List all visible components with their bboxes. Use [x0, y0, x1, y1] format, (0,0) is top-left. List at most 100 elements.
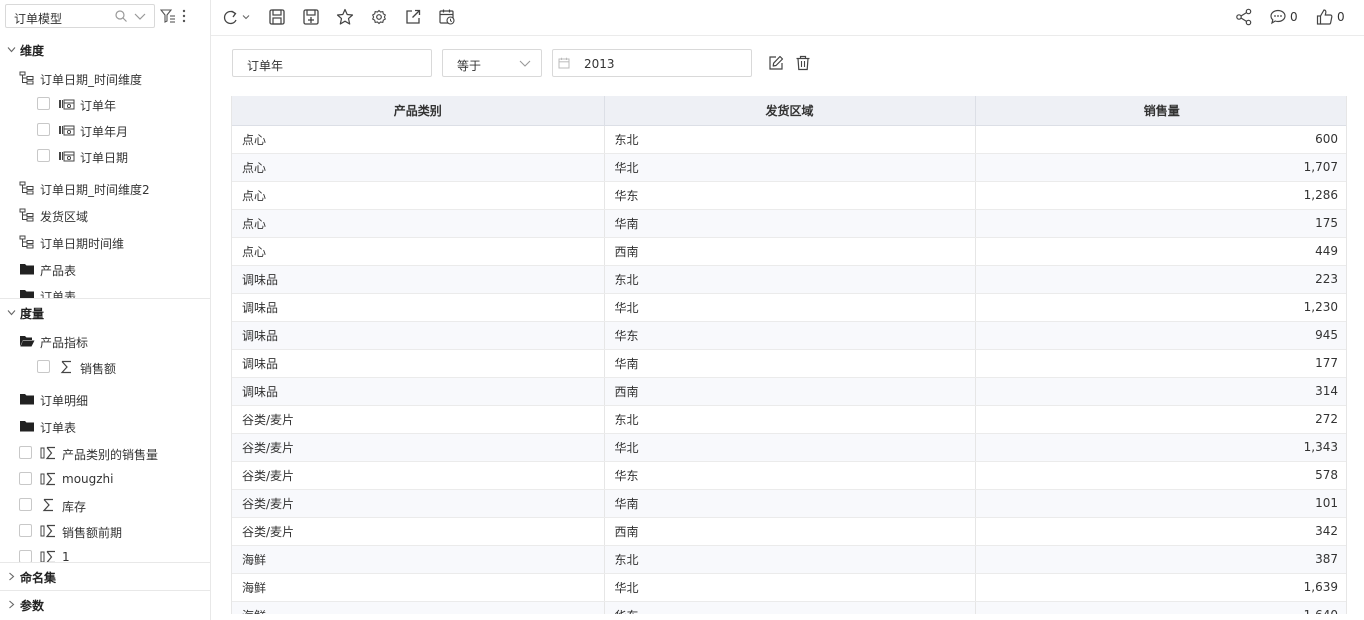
settings-icon[interactable] [370, 8, 388, 26]
filter-list-icon[interactable] [160, 9, 176, 23]
table-row[interactable]: 谷类/麦片 东北 272 [232, 405, 1346, 434]
filter-field-select[interactable]: 订单年 [232, 49, 432, 77]
named-sets-header[interactable]: 命名集 [0, 563, 210, 589]
table-row[interactable]: 谷类/麦片 华东 578 [232, 461, 1346, 490]
params-header[interactable]: 参数 [0, 591, 210, 617]
schedule-icon[interactable] [438, 8, 456, 26]
table-cell: 点心 [232, 125, 605, 154]
hierarchy-icon [19, 208, 34, 222]
table-cell: 华南 [604, 349, 976, 378]
table-cell: 945 [975, 321, 1346, 350]
table-cell: 177 [975, 349, 1346, 378]
dimensions-header[interactable]: 维度 [0, 36, 210, 62]
table-cell: 华东 [604, 461, 976, 490]
chevron-down-icon [7, 310, 16, 316]
column-header[interactable]: 销售量 [975, 96, 1346, 126]
model-select[interactable]: 订单模型 [5, 4, 155, 28]
table-row[interactable]: 海鲜 华北 1,639 [232, 573, 1346, 602]
table-cell: 华北 [604, 293, 976, 322]
comment-button[interactable]: 0 [1269, 8, 1303, 26]
checkbox[interactable] [37, 360, 50, 373]
table-cell: 谷类/麦片 [232, 461, 605, 490]
filter-value-date-input[interactable]: 2013 [552, 49, 752, 77]
table-cell: 华北 [604, 433, 976, 462]
table-cell: 调味品 [232, 349, 605, 378]
checkbox[interactable] [37, 97, 50, 110]
table-row[interactable]: 海鲜华东1,640 [232, 601, 1346, 614]
table-row[interactable]: 点心 华北 1,707 [232, 153, 1346, 182]
tree-node-label: 发货区域 [40, 210, 89, 224]
export-icon[interactable] [404, 8, 422, 26]
tree-node-label: 订单日期时间维 [40, 237, 125, 251]
column-header[interactable]: 发货区域 [604, 96, 976, 126]
table-cell: 华南 [604, 209, 976, 238]
data-table-container: 产品类别 发货区域 销售量 点心 东北 600 点心 华北 1,707 点心 华东 1,286 点… [231, 96, 1347, 614]
table-cell: 点心 [232, 237, 605, 266]
table-cell: 西南 [604, 517, 976, 546]
table-cell: 海鲜 [232, 545, 605, 574]
like-button[interactable]: 0 [1316, 8, 1350, 26]
table-row[interactable]: 点心 华东 1,286 [232, 181, 1346, 210]
table-cell: 1,230 [975, 293, 1346, 322]
table-cell: 谷类/麦片 [232, 433, 605, 462]
checkbox[interactable] [37, 123, 50, 136]
table-row[interactable]: 调味品 华北 1,230 [232, 293, 1346, 322]
table-row[interactable]: 点心 西南 449 [232, 237, 1346, 266]
table-row[interactable]: 调味品 华东 945 [232, 321, 1346, 350]
table-cell: 点心 [232, 153, 605, 182]
chevron-down-icon[interactable] [133, 10, 147, 24]
table-row[interactable]: 点心 东北 600 [232, 125, 1346, 154]
chevron-down-icon [7, 47, 16, 53]
trash-icon[interactable] [795, 55, 811, 71]
column-header[interactable]: 产品类别 [232, 96, 605, 126]
star-icon[interactable] [336, 8, 354, 26]
dimensions-tree: 订单日期_时间维度 订单年 订单年月 订单日期 订单日期_时间维度2 发货区域 … [0, 62, 210, 298]
table-row[interactable]: 调味品 西南 314 [232, 377, 1346, 406]
checkbox[interactable] [37, 149, 50, 162]
filter-value-text: 2013 [584, 57, 615, 71]
table-cell: 175 [975, 209, 1346, 238]
search-icon[interactable] [114, 9, 128, 23]
checkbox[interactable] [19, 524, 32, 537]
table-row[interactable]: 谷类/麦片 西南 342 [232, 517, 1346, 546]
folder-icon [20, 264, 34, 275]
table-header: 产品类别 发货区域 销售量 [232, 96, 1346, 126]
table-cell: 1,639 [975, 573, 1346, 602]
tree-node-label: 产品表 [40, 264, 77, 278]
tree-node-label: 订单表 [40, 290, 77, 298]
checkbox[interactable] [19, 472, 32, 485]
edit-icon[interactable] [768, 55, 784, 71]
calendar-icon [558, 57, 570, 69]
table-cell: 谷类/麦片 [232, 517, 605, 546]
table-row[interactable]: 点心 华南 175 [232, 209, 1346, 238]
checkbox[interactable] [19, 550, 32, 562]
table-row[interactable]: 谷类/麦片 华南 101 [232, 489, 1346, 518]
table-cell: 华南 [604, 489, 976, 518]
table-cell: 点心 [232, 209, 605, 238]
tree-node-label: 订单表 [40, 421, 77, 435]
model-select-value: 订单模型 [14, 12, 63, 26]
save-as-icon[interactable] [302, 8, 320, 26]
filter-operator-select[interactable]: 等于 [442, 49, 542, 77]
save-icon[interactable] [268, 8, 286, 26]
table-row[interactable]: 谷类/麦片 华北 1,343 [232, 433, 1346, 462]
table-cell: 223 [975, 265, 1346, 294]
table-cell: 387 [975, 545, 1346, 574]
table-row[interactable]: 调味品 东北 223 [232, 265, 1346, 294]
checkbox[interactable] [19, 446, 32, 459]
share-icon[interactable] [1235, 8, 1253, 26]
refresh-icon[interactable] [221, 8, 253, 26]
calc-measure-icon [40, 524, 55, 538]
tree-leaf-label: 1 [62, 550, 70, 562]
checkbox[interactable] [19, 498, 32, 511]
measures-header[interactable]: 度量 [0, 299, 210, 325]
table-row[interactable]: 海鲜 东北 387 [232, 545, 1346, 574]
tree-leaf-label: 订单年月 [80, 125, 129, 139]
table-cell: 调味品 [232, 293, 605, 322]
calc-measure-icon [40, 472, 55, 486]
table-cell: 调味品 [232, 265, 605, 294]
table-cell: 东北 [604, 545, 976, 574]
more-vertical-icon[interactable] [181, 9, 187, 23]
sigma-icon [60, 360, 71, 374]
table-row[interactable]: 调味品 华南 177 [232, 349, 1346, 378]
